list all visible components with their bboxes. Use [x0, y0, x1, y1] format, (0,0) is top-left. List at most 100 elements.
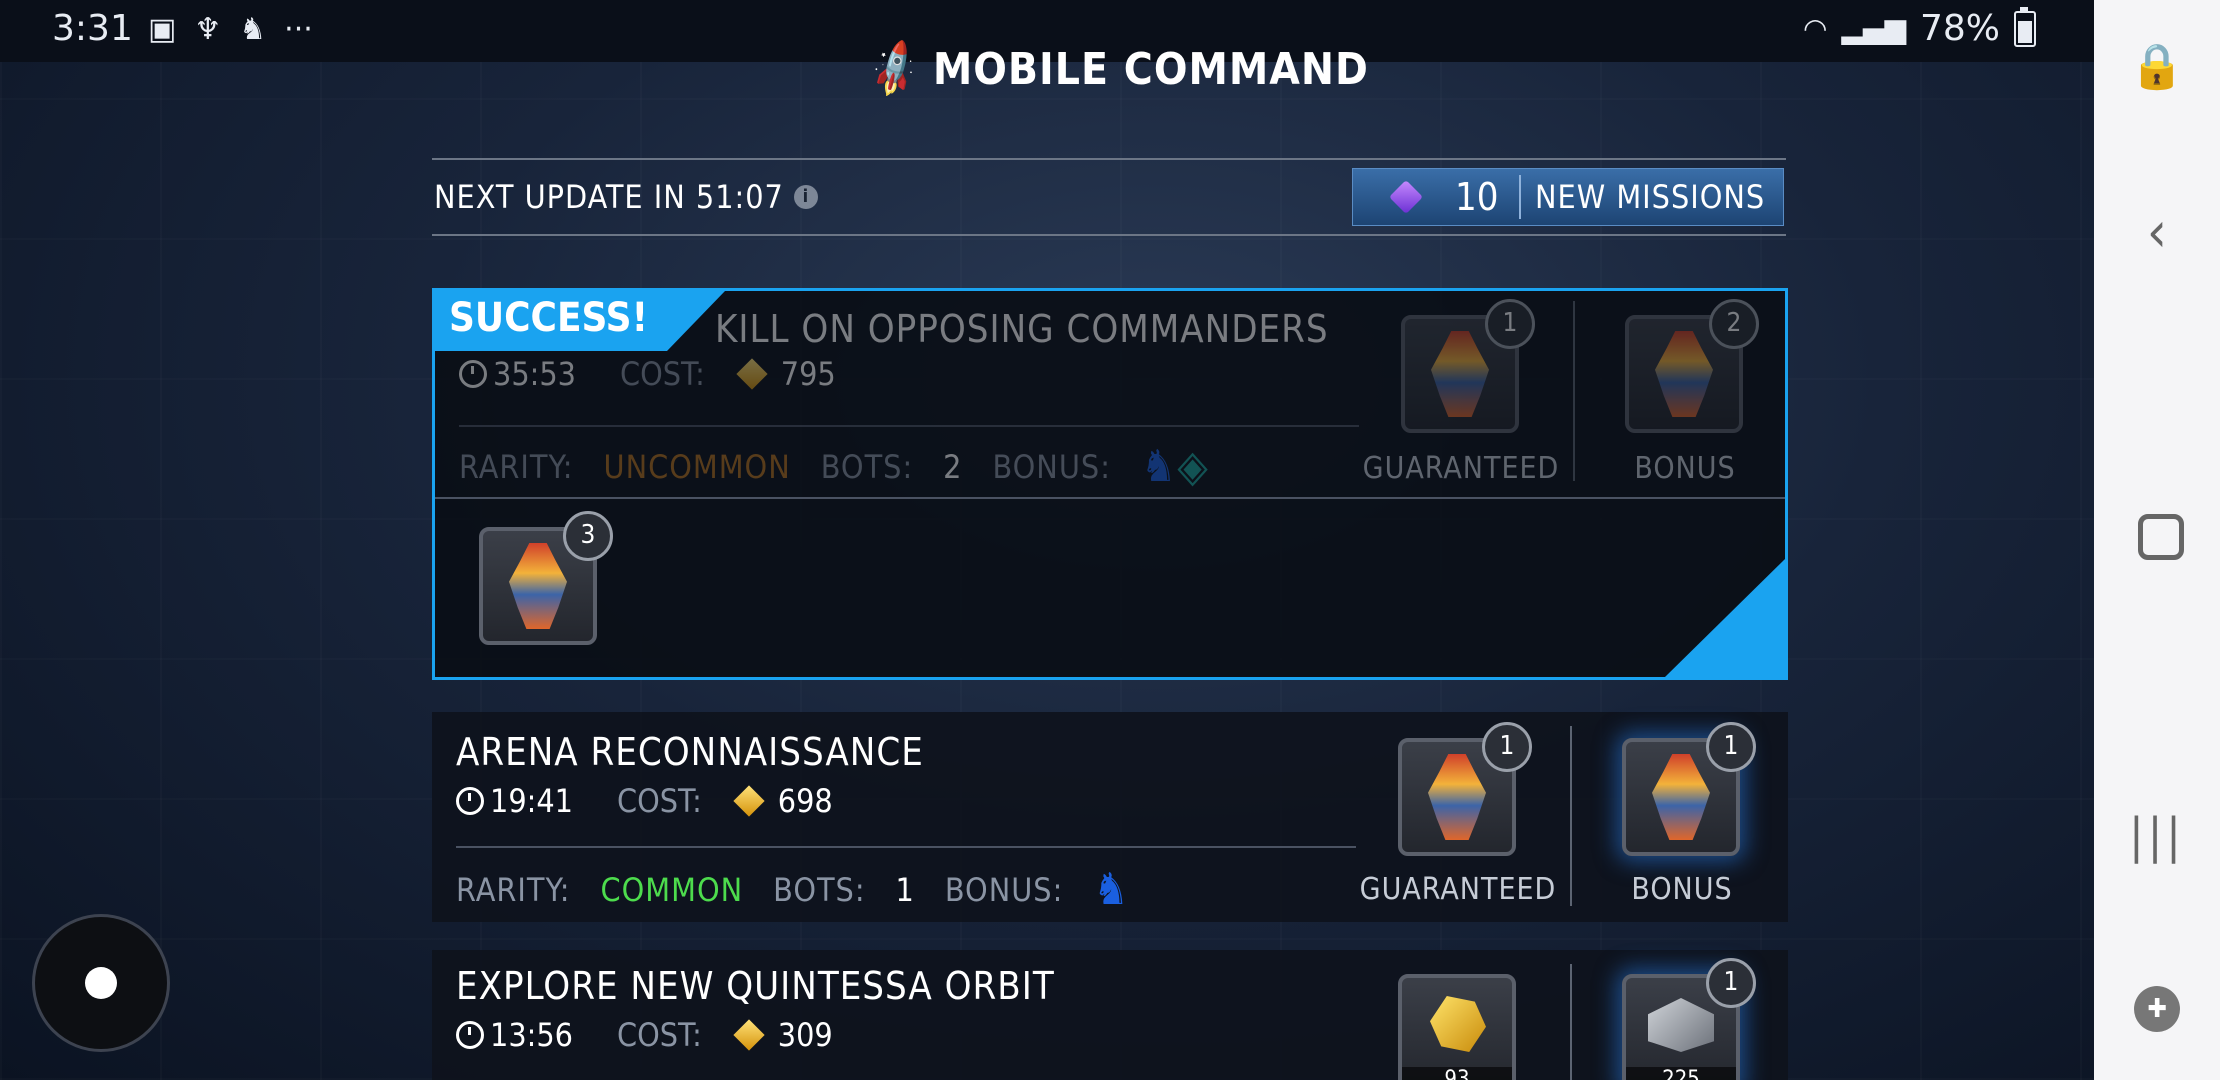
- cost-label: COST:: [616, 782, 702, 820]
- bonus-label: BONUS: [1631, 872, 1733, 907]
- status-system-icons: ◠ ▂▄▆ 78%: [1803, 6, 2036, 49]
- bots-value: 2: [943, 447, 963, 486]
- joystick-dot-icon: [85, 967, 117, 999]
- guaranteed-reward-slot: 1: [1401, 299, 1535, 433]
- rarity-label: RARITY:: [459, 447, 574, 486]
- mission-title: KILL ON OPPOSING COMMANDERS: [715, 307, 1329, 351]
- robot-icon: [1652, 754, 1710, 840]
- mission-header: NEXT UPDATE IN 51:07 i 10 NEW MISSIONS: [432, 158, 1786, 236]
- decepticon-bonus-icon: ◈: [1177, 441, 1209, 492]
- mission-card[interactable]: ARENA RECONNAISSANCE 19:41 COST: 698 RAR…: [432, 712, 1788, 922]
- mission-time: 35:53: [493, 355, 576, 393]
- reward-quantity: 93: [1402, 1067, 1512, 1080]
- divider: [1519, 175, 1521, 219]
- game-tools-icon[interactable]: ✚: [2134, 986, 2180, 1032]
- reward-quantity: 225: [1626, 1067, 1736, 1080]
- mission-title: ARENA RECONNAISSANCE: [456, 730, 924, 774]
- mission-time: 13:56: [490, 1016, 573, 1054]
- status-notification-icons: ▣ ♆ ♞ ···: [148, 12, 313, 47]
- guaranteed-reward-slot[interactable]: 93: [1398, 974, 1516, 1080]
- divider: [459, 425, 1359, 427]
- guaranteed-reward-slot[interactable]: 1: [1398, 722, 1532, 856]
- game-view: 3:31 ▣ ♆ ♞ ··· ◠ ▂▄▆ 78% 🚀 MOBILE COMMAN…: [0, 0, 2094, 1080]
- cost-label: COST:: [619, 355, 705, 393]
- clock-icon: [459, 360, 487, 388]
- back-icon[interactable]: ‹: [2094, 200, 2220, 265]
- page-title-text: MOBILE COMMAND: [932, 44, 1369, 95]
- robot-icon: [509, 543, 567, 629]
- battery-percent: 78%: [1919, 8, 2000, 49]
- status-time: 3:31: [52, 8, 133, 49]
- game-app-icon: ♞: [239, 12, 267, 47]
- mission-title: EXPLORE NEW QUINTESSA ORBIT: [456, 964, 1055, 1008]
- guaranteed-label: GUARANTEED: [1362, 451, 1560, 486]
- gallery-icon: ▣: [148, 12, 177, 47]
- bots-value: 1: [895, 870, 915, 909]
- mission-cost: 698: [777, 782, 833, 820]
- navigation-bar: 🔒 ‹ ||| ✚: [2094, 0, 2220, 1080]
- bots-label: BOTS:: [820, 447, 914, 486]
- earned-reward-slot[interactable]: 3: [479, 511, 613, 645]
- rocket-icon: 🚀: [862, 37, 930, 103]
- mission-cost: 795: [780, 355, 836, 393]
- reward-count-badge: 1: [1706, 958, 1756, 1008]
- clock-icon: [456, 787, 484, 815]
- next-update-text: NEXT UPDATE IN 51:07: [434, 178, 784, 216]
- divider: [435, 497, 1785, 499]
- info-icon[interactable]: i: [793, 185, 818, 209]
- bonus-reward-slot[interactable]: 1: [1622, 722, 1756, 856]
- bonus-reward-slot[interactable]: 1 225: [1622, 958, 1756, 1080]
- gold-ore-icon: [1430, 996, 1486, 1052]
- cost-label: COST:: [616, 1016, 702, 1054]
- clock-icon: [456, 1021, 484, 1049]
- bots-label: BOTS:: [773, 870, 866, 909]
- mission-time-cost: 19:41 COST: 698: [456, 782, 833, 820]
- reward-count-badge: 3: [563, 511, 613, 561]
- robot-icon: [1431, 331, 1489, 417]
- new-missions-button[interactable]: 10 NEW MISSIONS: [1352, 168, 1784, 226]
- recents-icon[interactable]: |||: [2094, 808, 2220, 864]
- divider: [456, 846, 1356, 848]
- signal-icon: ▂▄▆: [1841, 12, 1906, 45]
- next-update: NEXT UPDATE IN 51:07 i: [434, 178, 818, 216]
- mission-time: 19:41: [490, 782, 573, 820]
- mission-time-cost: 35:53 COST: 795: [459, 355, 836, 393]
- reward-count-badge: 1: [1485, 299, 1535, 349]
- reward-count-badge: 1: [1706, 722, 1756, 772]
- mission-card-success[interactable]: KILL ON OPPOSING COMMANDERS 35:53 COST: …: [432, 288, 1788, 680]
- reward-count-badge: 2: [1709, 299, 1759, 349]
- more-icon: ···: [284, 12, 313, 47]
- success-text: SUCCESS!: [449, 295, 648, 341]
- guaranteed-label: GUARANTEED: [1359, 872, 1557, 907]
- reward-count-badge: 1: [1482, 722, 1532, 772]
- energon-icon: [736, 358, 768, 390]
- mission-card[interactable]: EXPLORE NEW QUINTESSA ORBIT 13:56 COST: …: [432, 950, 1788, 1080]
- page-title: 🚀 MOBILE COMMAND: [862, 37, 1369, 102]
- floating-joystick-button[interactable]: [32, 914, 170, 1052]
- robot-icon: [1655, 331, 1713, 417]
- new-missions-label: NEW MISSIONS: [1535, 178, 1766, 216]
- touch-lock-icon[interactable]: 🔒: [2094, 40, 2220, 92]
- battery-icon: [2014, 6, 2036, 47]
- energon-icon: [733, 1019, 765, 1051]
- mission-rarity-row: RARITY: UNCOMMON BOTS: 2 BONUS: ♞ ◈: [459, 441, 1209, 492]
- cube-icon: [1389, 180, 1423, 214]
- bonus-reward-slot: 2: [1625, 299, 1759, 433]
- knight-icon: ♞: [1093, 864, 1130, 915]
- energon-icon: [733, 785, 765, 817]
- bonus-label: BONUS:: [992, 447, 1111, 486]
- robot-icon: [1428, 754, 1486, 840]
- rarity-label: RARITY:: [456, 870, 571, 909]
- bonus-label: BONUS: [1634, 451, 1736, 486]
- mission-rarity-row: RARITY: COMMON BOTS: 1 BONUS: ♞: [456, 864, 1130, 915]
- divider: [1570, 964, 1572, 1080]
- rarity-value: UNCOMMON: [603, 447, 791, 486]
- metal-ingot-icon: [1648, 998, 1714, 1052]
- decepticon-icon: ♆: [194, 12, 222, 47]
- knight-icon: ♞: [1140, 441, 1178, 492]
- rarity-value: COMMON: [600, 870, 744, 909]
- mission-cost: 309: [777, 1016, 833, 1054]
- new-missions-count: 10: [1455, 175, 1499, 219]
- home-icon[interactable]: [2138, 514, 2184, 560]
- mission-time-cost: 13:56 COST: 309: [456, 1016, 833, 1054]
